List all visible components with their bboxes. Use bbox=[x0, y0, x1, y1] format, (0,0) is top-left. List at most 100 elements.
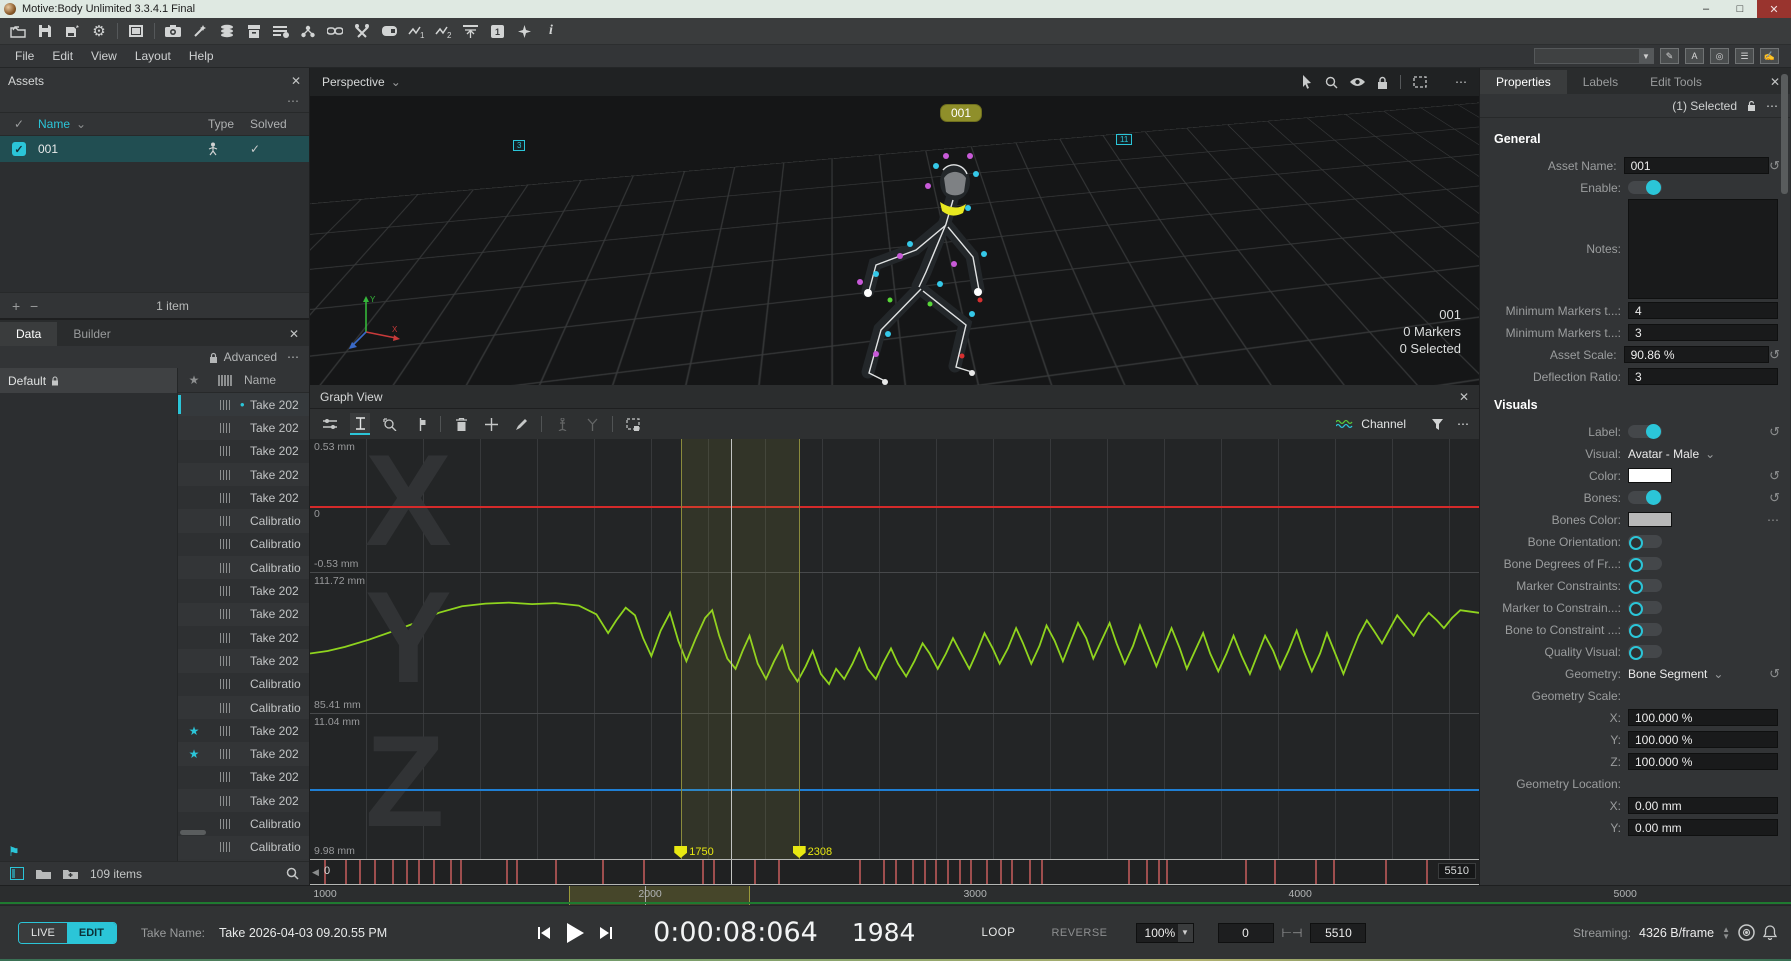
folder-icon[interactable] bbox=[36, 868, 51, 879]
zoom-tool-icon[interactable] bbox=[1325, 76, 1338, 89]
x-channel-band[interactable]: X 0.53 mm 0 -0.53 mm bbox=[310, 439, 1479, 573]
take-row[interactable]: Calibratio bbox=[178, 509, 309, 532]
data-menu-ellipsis[interactable]: ⋯ bbox=[287, 350, 299, 364]
take-row[interactable]: Take 202 bbox=[178, 649, 309, 672]
save-icon[interactable] bbox=[35, 21, 55, 41]
layout-camera-pane-icon[interactable]: ◎ bbox=[1710, 48, 1729, 64]
advanced-label[interactable]: Advanced bbox=[224, 350, 277, 364]
marquee-tool-icon[interactable] bbox=[1413, 76, 1427, 88]
data-close-icon[interactable]: ✕ bbox=[279, 322, 309, 346]
property-field[interactable]: 100.000 % bbox=[1628, 753, 1778, 770]
chart-summary-icon[interactable] bbox=[460, 21, 480, 41]
z-channel-band[interactable]: Z 11.04 mm 9.98 mm bbox=[310, 714, 1479, 860]
save-as-icon[interactable] bbox=[62, 21, 82, 41]
property-field[interactable]: 0.00 mm bbox=[1628, 797, 1778, 814]
property-field[interactable]: 4 bbox=[1628, 302, 1778, 319]
minimize-button[interactable]: – bbox=[1689, 0, 1723, 18]
graph-close-icon[interactable]: ✕ bbox=[1459, 390, 1469, 404]
property-dropdown[interactable]: Bone Segment⌄ bbox=[1628, 667, 1723, 681]
take-row[interactable]: Take 202 bbox=[178, 463, 309, 486]
wand-icon[interactable] bbox=[190, 21, 210, 41]
notifications-bell-icon[interactable] bbox=[1763, 925, 1777, 940]
property-toggle[interactable] bbox=[1628, 623, 1662, 636]
reset-icon[interactable]: ↺ bbox=[1769, 424, 1780, 440]
take-star-icon[interactable]: ★ bbox=[178, 747, 210, 761]
color-swatch[interactable] bbox=[1628, 468, 1672, 483]
tools-icon[interactable] bbox=[352, 21, 372, 41]
lock-selection-tool-icon[interactable] bbox=[1377, 76, 1388, 89]
close-button[interactable]: ✕ bbox=[1757, 0, 1791, 18]
node-graph-icon[interactable] bbox=[298, 21, 318, 41]
timeline-ruler[interactable]: 10002000300040005000 bbox=[0, 885, 1791, 905]
card-icon[interactable] bbox=[379, 21, 399, 41]
layout-data-pane-icon[interactable]: ☰ bbox=[1735, 48, 1754, 64]
anchor-tool-icon[interactable] bbox=[552, 413, 572, 435]
viewport-layout-icon[interactable] bbox=[126, 21, 146, 41]
layout-preset-combo[interactable]: ▼ bbox=[1534, 48, 1654, 64]
unlock-icon[interactable] bbox=[1747, 100, 1756, 111]
assets-name-column[interactable]: Name bbox=[38, 117, 70, 131]
reset-icon[interactable]: ↺ bbox=[1769, 347, 1780, 363]
graph-menu-ellipsis[interactable]: ⋯ bbox=[1457, 417, 1469, 431]
filter-funnel-icon[interactable] bbox=[1432, 419, 1443, 430]
add-key-icon[interactable] bbox=[481, 413, 501, 435]
select-tool-icon[interactable] bbox=[1301, 75, 1313, 89]
property-dropdown[interactable]: Avatar - Male⌄ bbox=[1628, 447, 1715, 461]
asset-checkbox[interactable]: ✓ bbox=[12, 142, 26, 156]
marquee-lock-tool-icon[interactable] bbox=[623, 413, 643, 435]
property-field[interactable]: 100.000 % bbox=[1628, 709, 1778, 726]
zoom-select-tool-icon[interactable] bbox=[380, 413, 400, 435]
draw-tool-icon[interactable] bbox=[511, 413, 531, 435]
menu-view[interactable]: View bbox=[82, 47, 126, 65]
property-field[interactable]: 0.00 mm bbox=[1628, 819, 1778, 836]
properties-scroll-area[interactable]: GeneralAsset Name:001↺Enable:Notes:Minim… bbox=[1480, 118, 1790, 885]
chart-two-icon[interactable]: 2 bbox=[433, 21, 453, 41]
recording-archive-icon[interactable] bbox=[244, 21, 264, 41]
view-selector[interactable]: Perspective bbox=[322, 75, 385, 89]
take-star-icon[interactable]: ★ bbox=[178, 724, 210, 738]
live-mode-button[interactable]: LIVE bbox=[19, 923, 67, 943]
graph-settings-icon[interactable] bbox=[320, 413, 340, 435]
graph-plot-area[interactable]: X 0.53 mm 0 -0.53 mm Y 111.72 mm 85.41 m… bbox=[310, 439, 1479, 859]
more-ellipsis[interactable]: ⋯ bbox=[1767, 513, 1780, 527]
panel-toggle-icon[interactable] bbox=[10, 867, 24, 880]
properties-menu-ellipsis[interactable]: ⋯ bbox=[1766, 99, 1778, 113]
split-tool-icon[interactable] bbox=[582, 413, 602, 435]
playhead[interactable] bbox=[731, 439, 733, 859]
take-row[interactable]: Take 202 bbox=[178, 579, 309, 602]
take-row[interactable]: Calibratio bbox=[178, 673, 309, 696]
reset-icon[interactable]: ↺ bbox=[1769, 490, 1780, 506]
menu-file[interactable]: File bbox=[6, 47, 43, 65]
property-toggle[interactable] bbox=[1628, 425, 1662, 438]
clips-column-icon[interactable] bbox=[210, 375, 240, 386]
perspective-viewport[interactable]: Perspective ⌄ ⋯ 3 11 001 bbox=[310, 68, 1479, 385]
range-start-field[interactable]: 0 bbox=[1218, 923, 1274, 943]
channel-mode-label[interactable]: Channel bbox=[1361, 417, 1406, 431]
take-row[interactable]: Take 202 bbox=[178, 789, 309, 812]
range-end-field[interactable]: 5510 bbox=[1310, 923, 1366, 943]
chevron-down-icon[interactable]: ⌄ bbox=[76, 117, 86, 131]
color-swatch[interactable] bbox=[1628, 512, 1672, 527]
take-row[interactable]: ★Take 202 bbox=[178, 742, 309, 765]
property-toggle[interactable] bbox=[1628, 601, 1662, 614]
assets-solved-column[interactable]: Solved bbox=[250, 117, 306, 131]
layout-note-pane-icon[interactable]: ✍ bbox=[1760, 48, 1779, 64]
scrub-left-icon[interactable]: ◀ bbox=[312, 867, 319, 878]
property-toggle[interactable] bbox=[1628, 535, 1662, 548]
search-icon[interactable] bbox=[286, 867, 299, 880]
assets-menu-ellipsis[interactable]: ⋯ bbox=[287, 94, 299, 112]
take-row[interactable]: ★Take 202 bbox=[178, 719, 309, 742]
loop-button[interactable]: LOOP bbox=[981, 927, 1015, 939]
folder-add-icon[interactable] bbox=[63, 868, 78, 879]
assets-type-column[interactable]: Type bbox=[208, 117, 250, 131]
pin-playhead-tool-icon[interactable] bbox=[410, 413, 430, 435]
property-toggle[interactable] bbox=[1628, 579, 1662, 592]
property-field[interactable]: 3 bbox=[1628, 324, 1778, 341]
camera-icon[interactable] bbox=[163, 21, 183, 41]
reset-icon[interactable]: ↺ bbox=[1769, 666, 1780, 682]
menu-edit[interactable]: Edit bbox=[43, 47, 82, 65]
tab-data[interactable]: Data bbox=[0, 322, 57, 346]
y-channel-band[interactable]: Y 111.72 mm 85.41 mm bbox=[310, 573, 1479, 714]
layout-text-pane-icon[interactable]: A bbox=[1685, 48, 1704, 64]
property-field[interactable]: 100.000 % bbox=[1628, 731, 1778, 748]
